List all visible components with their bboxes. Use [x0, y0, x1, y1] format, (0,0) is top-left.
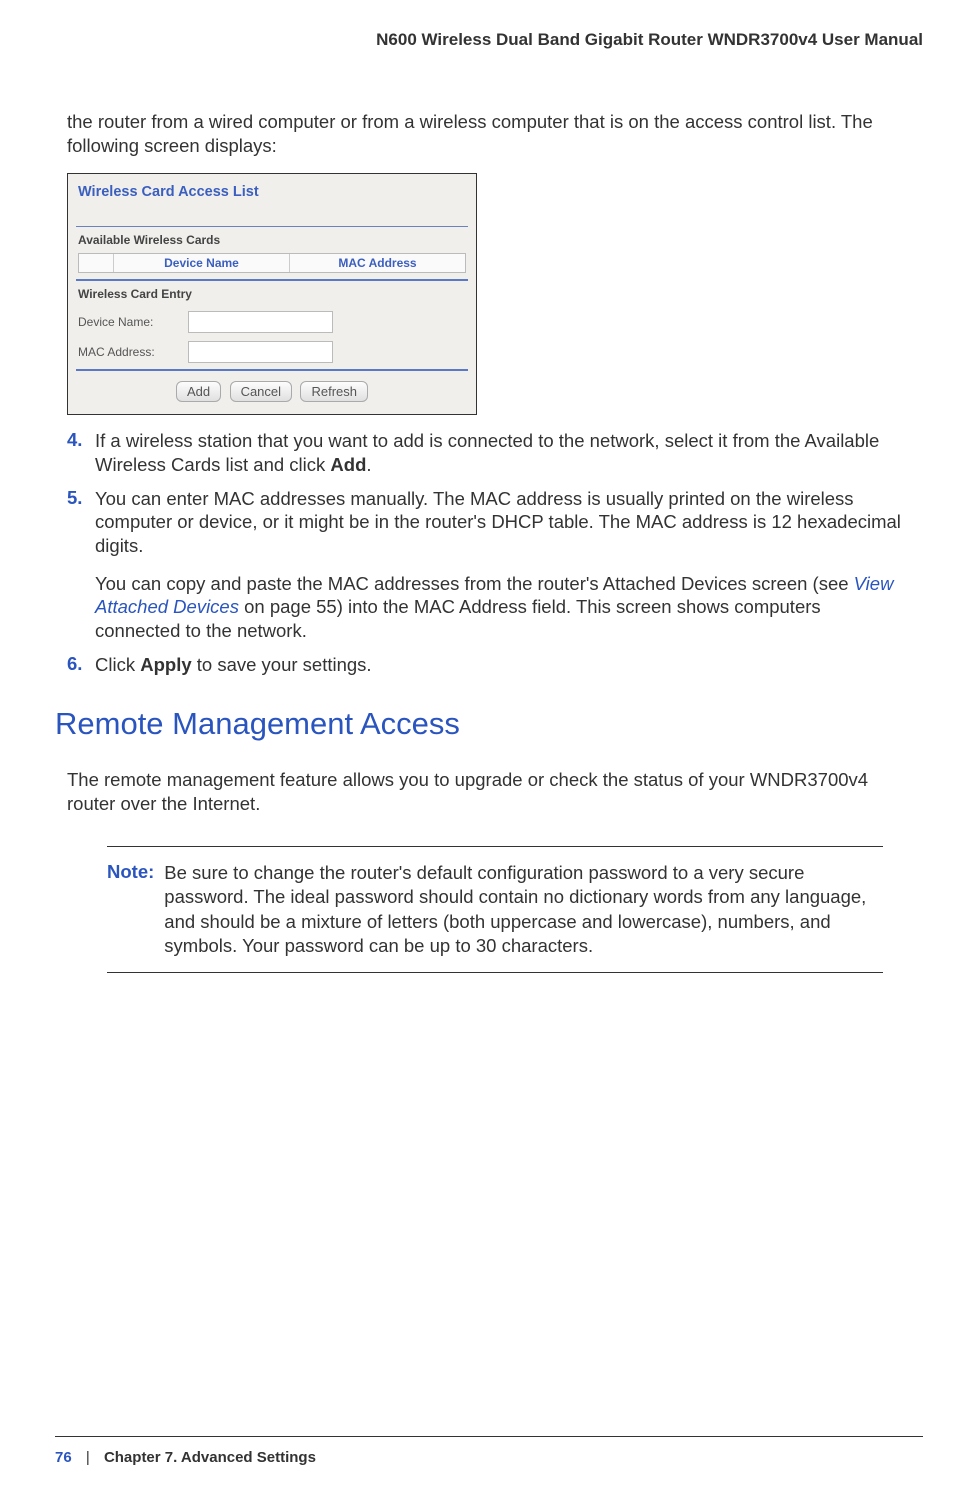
table-header-device: Device Name: [113, 254, 289, 272]
divider: [76, 369, 468, 371]
screenshot-title: Wireless Card Access List: [68, 174, 476, 226]
text: to save your settings.: [192, 654, 372, 675]
step-5: 5. You can enter MAC addresses manually.…: [67, 487, 911, 558]
available-cards-table: Device Name MAC Address: [78, 253, 466, 273]
document-header: N600 Wireless Dual Band Gigabit Router W…: [55, 30, 923, 50]
note-box: Note: Be sure to change the router's def…: [107, 846, 883, 974]
body-content: the router from a wired computer or from…: [55, 110, 923, 973]
section-heading-remote-management: Remote Management Access: [55, 706, 911, 742]
footer-text: 76 | Chapter 7. Advanced Settings: [55, 1449, 923, 1466]
note-label: Note:: [107, 861, 164, 959]
cancel-button[interactable]: Cancel: [230, 381, 292, 402]
table-header-blank: [79, 254, 113, 272]
mac-address-row: MAC Address:: [68, 337, 476, 367]
entry-header: Wireless Card Entry: [68, 281, 476, 307]
step-text: Click Apply to save your settings.: [95, 653, 911, 677]
section-body: The remote management feature allows you…: [67, 768, 911, 815]
add-button[interactable]: Add: [176, 381, 221, 402]
footer-divider: [55, 1436, 923, 1437]
footer-separator: |: [76, 1449, 100, 1466]
available-cards-header: Available Wireless Cards: [68, 227, 476, 253]
note-text: Be sure to change the router's default c…: [164, 861, 883, 959]
refresh-button[interactable]: Refresh: [300, 381, 368, 402]
footer: 76 | Chapter 7. Advanced Settings: [55, 1436, 923, 1466]
screenshot-wireless-card-access-list: Wireless Card Access List Available Wire…: [67, 173, 477, 415]
step-number: 5.: [67, 487, 95, 558]
mac-address-label: MAC Address:: [78, 345, 188, 359]
text: Click: [95, 654, 140, 675]
device-name-label: Device Name:: [78, 315, 188, 329]
table-header-mac: MAC Address: [289, 254, 465, 272]
screenshot-buttons: Add Cancel Refresh: [68, 381, 476, 414]
device-name-input[interactable]: [188, 311, 333, 333]
step-text: You can enter MAC addresses manually. Th…: [95, 487, 911, 558]
device-name-row: Device Name:: [68, 307, 476, 337]
intro-paragraph: the router from a wired computer or from…: [67, 110, 911, 157]
page: N600 Wireless Dual Band Gigabit Router W…: [0, 0, 978, 1502]
table-header: Device Name MAC Address: [79, 254, 465, 272]
step-4: 4. If a wireless station that you want t…: [67, 429, 911, 476]
text: You can copy and paste the MAC addresses…: [95, 573, 854, 594]
step-text: If a wireless station that you want to a…: [95, 429, 911, 476]
bold-add: Add: [330, 454, 366, 475]
page-number: 76: [55, 1449, 72, 1466]
step-5-sub: You can copy and paste the MAC addresses…: [95, 572, 911, 643]
mac-address-input[interactable]: [188, 341, 333, 363]
step-6: 6. Click Apply to save your settings.: [67, 653, 911, 677]
bold-apply: Apply: [140, 654, 191, 675]
text: If a wireless station that you want to a…: [95, 430, 879, 475]
step-number: 4.: [67, 429, 95, 476]
step-number: 6.: [67, 653, 95, 677]
footer-chapter: Chapter 7. Advanced Settings: [104, 1449, 316, 1466]
text: .: [366, 454, 371, 475]
